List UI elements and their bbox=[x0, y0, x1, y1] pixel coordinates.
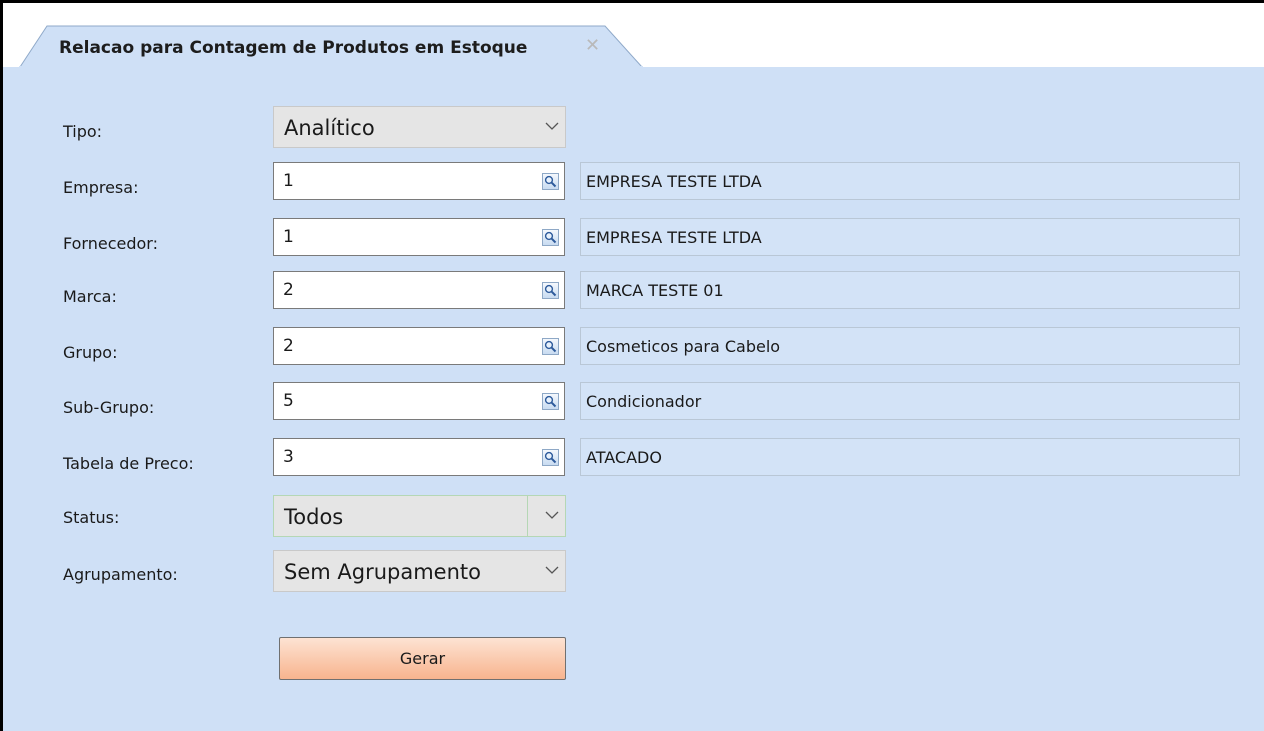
tabela-preco-description-text: ATACADO bbox=[586, 448, 662, 467]
marca-description-text: MARCA TESTE 01 bbox=[586, 281, 724, 300]
marca-label: Marca: bbox=[63, 287, 117, 306]
grupo-code: 2 bbox=[283, 336, 294, 356]
tabela-preco-code: 3 bbox=[283, 447, 294, 467]
subgrupo-label: Sub-Grupo: bbox=[63, 398, 155, 417]
chevron-down-icon bbox=[545, 122, 559, 130]
tabela-preco-description: ATACADO bbox=[580, 438, 1240, 476]
marca-code: 2 bbox=[283, 280, 294, 300]
magnifier-icon[interactable] bbox=[542, 229, 559, 246]
tipo-label: Tipo: bbox=[63, 122, 103, 141]
fornecedor-description-text: EMPRESA TESTE LTDA bbox=[586, 228, 762, 247]
report-form: Tipo: Analítico Empresa: 1 EMPRESA TESTE… bbox=[3, 67, 1264, 731]
grupo-label: Grupo: bbox=[63, 343, 118, 362]
subgrupo-description: Condicionador bbox=[580, 382, 1240, 420]
agrupamento-label: Agrupamento: bbox=[63, 565, 178, 584]
magnifier-icon[interactable] bbox=[542, 338, 559, 355]
fornecedor-code-input[interactable]: 1 bbox=[273, 218, 565, 256]
magnifier-icon[interactable] bbox=[542, 449, 559, 466]
agrupamento-value: Sem Agrupamento bbox=[284, 560, 481, 584]
chevron-down-icon bbox=[545, 566, 559, 574]
tabela-preco-label: Tabela de Preco: bbox=[63, 454, 194, 473]
close-icon[interactable]: ✕ bbox=[585, 35, 600, 56]
tab-relacao-contagem[interactable]: Relacao para Contagem de Produtos em Est… bbox=[19, 25, 643, 68]
subgrupo-description-text: Condicionador bbox=[586, 392, 702, 411]
tipo-value: Analítico bbox=[284, 116, 375, 140]
fornecedor-description: EMPRESA TESTE LTDA bbox=[580, 218, 1240, 256]
fornecedor-code: 1 bbox=[283, 227, 294, 247]
magnifier-icon[interactable] bbox=[542, 393, 559, 410]
empresa-description-text: EMPRESA TESTE LTDA bbox=[586, 172, 762, 191]
window-frame: Relacao para Contagem de Produtos em Est… bbox=[0, 0, 1264, 731]
agrupamento-select[interactable]: Sem Agrupamento bbox=[273, 550, 566, 592]
empresa-description: EMPRESA TESTE LTDA bbox=[580, 162, 1240, 200]
chevron-down-icon bbox=[545, 511, 559, 519]
empresa-code: 1 bbox=[283, 171, 294, 191]
marca-description: MARCA TESTE 01 bbox=[580, 271, 1240, 309]
status-label: Status: bbox=[63, 508, 120, 527]
marca-code-input[interactable]: 2 bbox=[273, 271, 565, 309]
fornecedor-label: Fornecedor: bbox=[63, 234, 158, 253]
empresa-label: Empresa: bbox=[63, 178, 139, 197]
grupo-code-input[interactable]: 2 bbox=[273, 327, 565, 365]
generate-button[interactable]: Gerar bbox=[279, 637, 566, 680]
magnifier-icon[interactable] bbox=[542, 282, 559, 299]
magnifier-icon[interactable] bbox=[542, 173, 559, 190]
tabela-preco-code-input[interactable]: 3 bbox=[273, 438, 565, 476]
tab-strip: Relacao para Contagem de Produtos em Est… bbox=[3, 3, 1264, 68]
tipo-select[interactable]: Analítico bbox=[273, 106, 566, 148]
subgrupo-code: 5 bbox=[283, 391, 294, 411]
tab-title: Relacao para Contagem de Produtos em Est… bbox=[59, 38, 528, 58]
subgrupo-code-input[interactable]: 5 bbox=[273, 382, 565, 420]
status-value: Todos bbox=[284, 505, 344, 529]
status-select-divider bbox=[527, 496, 528, 536]
grupo-description: Cosmeticos para Cabelo bbox=[580, 327, 1240, 365]
empresa-code-input[interactable]: 1 bbox=[273, 162, 565, 200]
status-select[interactable]: Todos bbox=[273, 495, 566, 537]
grupo-description-text: Cosmeticos para Cabelo bbox=[586, 337, 781, 356]
